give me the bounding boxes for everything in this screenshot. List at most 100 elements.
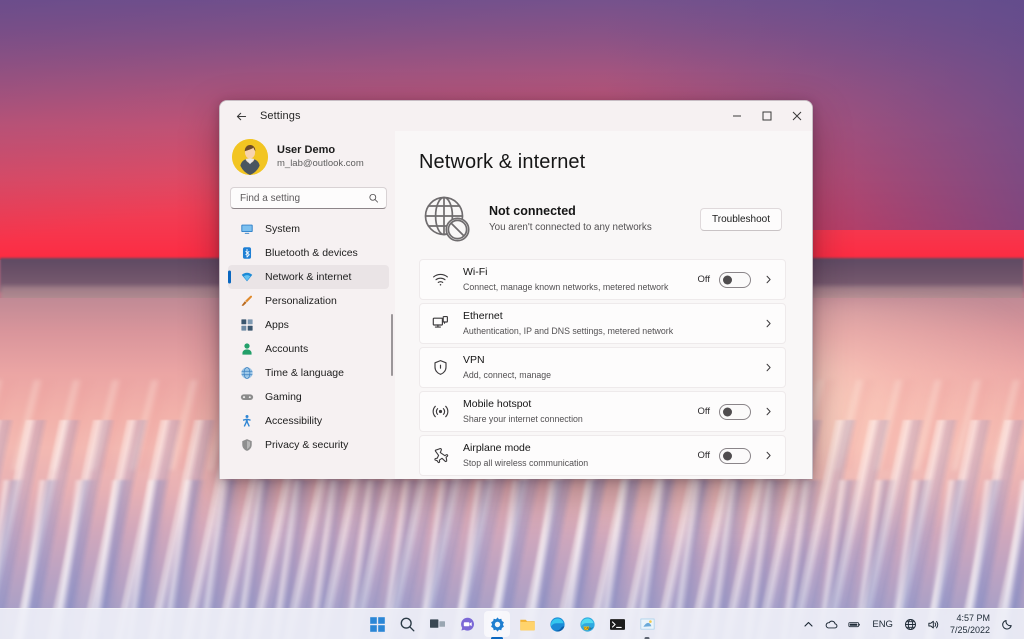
chat-button[interactable]	[454, 611, 480, 637]
toggle-knob	[723, 407, 732, 416]
avatar	[232, 139, 268, 175]
sidebar-item-label: Accounts	[265, 343, 308, 355]
account-email: m_lab@outlook.com	[277, 158, 364, 170]
row-subtitle: Share your internet connection	[463, 414, 684, 425]
sidebar-item-gaming[interactable]: Gaming	[228, 385, 389, 409]
sidebar-item-label: Bluetooth & devices	[265, 247, 358, 259]
row-controls: Off	[698, 404, 777, 420]
sidebar-item-system[interactable]: System	[228, 217, 389, 241]
file-explorer-button[interactable]	[514, 611, 540, 637]
row-subtitle: Stop all wireless communication	[463, 458, 684, 469]
row-text: Ethernet Authentication, IP and DNS sett…	[463, 310, 746, 336]
sidebar-item-apps[interactable]: Apps	[228, 313, 389, 337]
sidebar-item-personalization[interactable]: Personalization	[228, 289, 389, 313]
bluetooth-icon	[240, 246, 254, 260]
row-text: Airplane mode Stop all wireless communic…	[463, 442, 684, 468]
row-title: Ethernet	[463, 310, 746, 323]
sidebar-item-privacy-security[interactable]: Privacy & security	[228, 433, 389, 457]
toggle-state-label: Off	[698, 406, 711, 417]
volume-icon[interactable]	[923, 611, 944, 637]
sidebar-item-bluetooth-devices[interactable]: Bluetooth & devices	[228, 241, 389, 265]
search-input[interactable]	[231, 188, 386, 208]
sidebar-item-time-language[interactable]: Time & language	[228, 361, 389, 385]
sidebar-item-label: Gaming	[265, 391, 302, 403]
toggle-state-label: Off	[698, 450, 711, 461]
row-subtitle: Add, connect, manage	[463, 370, 746, 381]
gamepad-icon	[240, 390, 254, 404]
row-text: VPN Add, connect, manage	[463, 354, 746, 380]
monitor-icon	[240, 222, 254, 236]
settings-row-ethernet[interactable]: Ethernet Authentication, IP and DNS sett…	[419, 303, 786, 344]
window-title: Settings	[260, 110, 301, 122]
toggle-knob	[723, 275, 732, 284]
close-button[interactable]	[782, 101, 812, 131]
toggle-knob	[723, 451, 732, 460]
maximize-button[interactable]	[752, 101, 782, 131]
sidebar-scrollbar[interactable]	[391, 314, 393, 376]
sidebar-item-label: Privacy & security	[265, 439, 348, 451]
settings-row-mobile-hotspot[interactable]: Mobile hotspot Share your internet conne…	[419, 391, 786, 432]
network-icon[interactable]	[900, 611, 921, 637]
sidebar-item-accessibility[interactable]: Accessibility	[228, 409, 389, 433]
task-view-button[interactable]	[424, 611, 450, 637]
row-title: Airplane mode	[463, 442, 684, 455]
sidebar-item-label: Accessibility	[265, 415, 322, 427]
page-title: Network & internet	[419, 151, 786, 174]
system-tray: ENG 4:57 PM 7/25/2022	[798, 609, 1018, 639]
row-controls	[760, 360, 776, 376]
paint-button[interactable]	[634, 611, 660, 637]
chevron-up-icon[interactable]	[798, 611, 819, 637]
account-card[interactable]: User Demo m_lab@outlook.com	[228, 133, 389, 181]
toggle-state-label: Off	[698, 274, 711, 285]
chevron-right-icon[interactable]	[760, 360, 776, 376]
notification-bell-icon[interactable]	[997, 611, 1018, 637]
search-button[interactable]	[394, 611, 420, 637]
onedrive-icon[interactable]	[821, 611, 842, 637]
chevron-right-icon[interactable]	[760, 272, 776, 288]
sidebar-item-label: System	[265, 223, 300, 235]
shield-icon	[240, 438, 254, 452]
row-subtitle: Authentication, IP and DNS settings, met…	[463, 326, 746, 337]
account-text: User Demo m_lab@outlook.com	[277, 144, 364, 171]
chevron-right-icon[interactable]	[760, 404, 776, 420]
wifi-globe-icon	[240, 270, 254, 284]
account-name: User Demo	[277, 144, 364, 158]
sidebar-nav: System Bluetooth & devices Network & int…	[228, 217, 389, 457]
sidebar-item-label: Personalization	[265, 295, 337, 307]
airplane-mode-toggle[interactable]	[719, 448, 751, 464]
settings-row-vpn[interactable]: VPN Add, connect, manage	[419, 347, 786, 388]
troubleshoot-button[interactable]: Troubleshoot	[700, 208, 782, 231]
globe-disconnected-icon	[421, 193, 473, 245]
search-box[interactable]	[230, 187, 387, 209]
window-body: User Demo m_lab@outlook.com	[220, 131, 812, 479]
back-arrow-icon[interactable]	[226, 104, 256, 128]
settings-row-airplane-mode[interactable]: Airplane mode Stop all wireless communic…	[419, 435, 786, 476]
battery-icon[interactable]	[844, 611, 865, 637]
clock-date: 7/25/2022	[950, 624, 990, 636]
language-indicator[interactable]: ENG	[867, 619, 898, 630]
edge-button[interactable]	[544, 611, 570, 637]
status-subtitle: You aren't connected to any networks	[489, 222, 684, 235]
start-button[interactable]	[364, 611, 390, 637]
row-text: Wi-Fi Connect, manage known networks, me…	[463, 266, 684, 292]
sidebar-item-network-internet[interactable]: Network & internet	[228, 265, 389, 289]
row-controls: Off	[698, 272, 777, 288]
wifi-toggle[interactable]	[719, 272, 751, 288]
settings-row-wifi[interactable]: Wi-Fi Connect, manage known networks, me…	[419, 259, 786, 300]
terminal-button[interactable]	[604, 611, 630, 637]
minimize-button[interactable]	[722, 101, 752, 131]
row-text: Mobile hotspot Share your internet conne…	[463, 398, 684, 424]
row-subtitle: Connect, manage known networks, metered …	[463, 282, 684, 293]
edge-canary-button[interactable]: CAN	[574, 611, 600, 637]
accessibility-icon	[240, 414, 254, 428]
settings-window: Settings	[219, 100, 813, 479]
sidebar-item-accounts[interactable]: Accounts	[228, 337, 389, 361]
settings-list: Wi-Fi Connect, manage known networks, me…	[419, 259, 786, 479]
chevron-right-icon[interactable]	[760, 316, 776, 332]
mobile-hotspot-toggle[interactable]	[719, 404, 751, 420]
settings-button[interactable]	[484, 611, 510, 637]
apps-grid-icon	[240, 318, 254, 332]
clock[interactable]: 4:57 PM 7/25/2022	[946, 611, 995, 637]
chevron-right-icon[interactable]	[760, 448, 776, 464]
person-icon	[240, 342, 254, 356]
